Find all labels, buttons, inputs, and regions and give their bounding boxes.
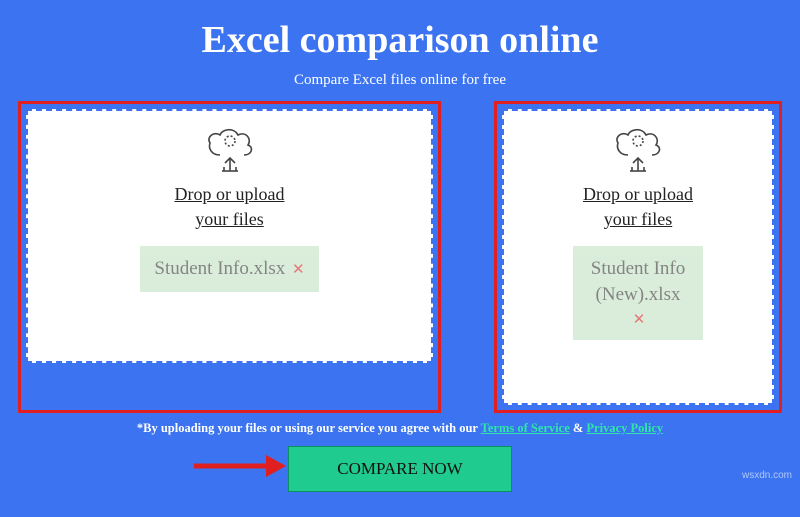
file-chip-left: Student Info.xlsx ✕ bbox=[140, 246, 318, 292]
file-chip-right: Student Info (New).xlsx ✕ bbox=[573, 246, 703, 340]
page-title: Excel comparison online bbox=[0, 0, 800, 72]
dropzone-right[interactable]: Drop or upload your files Student Info (… bbox=[502, 109, 774, 405]
compare-now-button[interactable]: COMPARE NOW bbox=[288, 446, 511, 492]
cloud-upload-icon bbox=[610, 125, 666, 182]
privacy-policy-link[interactable]: Privacy Policy bbox=[586, 421, 663, 435]
remove-file-left-icon[interactable]: ✕ bbox=[292, 262, 305, 278]
page-subtitle: Compare Excel files online for free bbox=[0, 72, 800, 101]
dropzone-left-label: Drop or upload your files bbox=[175, 182, 285, 232]
file-name-right: Student Info (New).xlsx bbox=[591, 258, 685, 305]
watermark-text: wsxdn.com bbox=[742, 470, 792, 481]
dropzone-left[interactable]: Drop or upload your files Student Info.x… bbox=[26, 109, 433, 363]
dropzone-left-highlight: Drop or upload your files Student Info.x… bbox=[18, 101, 441, 413]
terms-text: *By uploading your files or using our se… bbox=[0, 421, 800, 436]
file-name-left: Student Info.xlsx bbox=[154, 258, 285, 279]
terms-of-service-link[interactable]: Terms of Service bbox=[481, 421, 570, 435]
cloud-upload-icon bbox=[202, 125, 258, 182]
dropzone-right-highlight: Drop or upload your files Student Info (… bbox=[494, 101, 782, 413]
remove-file-right-icon[interactable]: ✕ bbox=[589, 310, 689, 330]
annotation-arrow-icon bbox=[190, 451, 286, 486]
dropzone-right-label: Drop or upload your files bbox=[583, 182, 693, 232]
